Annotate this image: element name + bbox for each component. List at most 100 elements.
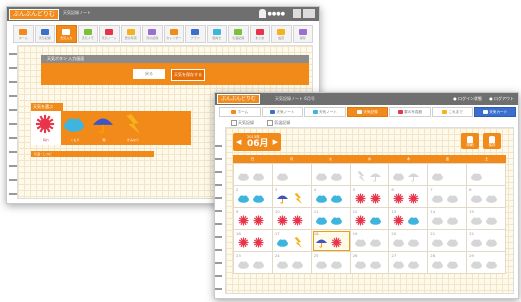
calendar-day-cell[interactable] — [350, 164, 390, 186]
calendar-day-cell[interactable]: 24 — [272, 252, 312, 274]
cloud-icon — [470, 237, 483, 248]
calendar-day-cell[interactable]: 28 — [428, 252, 468, 274]
calendar-day-cell[interactable]: 15 — [467, 208, 506, 230]
calendar-day-cell[interactable]: 10 — [272, 208, 312, 230]
calendar-day-cell[interactable]: 6 — [389, 186, 429, 208]
nav-glyph-icon — [19, 28, 28, 35]
nav-item-9[interactable]: 風向き — [206, 25, 227, 43]
calendar-day-cell[interactable]: 14 — [428, 208, 468, 230]
calendar-day-cell[interactable]: 18 — [311, 230, 351, 252]
sun-icon — [354, 193, 367, 204]
calendar-day-cell[interactable] — [389, 164, 429, 186]
nav-item-2[interactable]: 天気入力 — [56, 25, 77, 43]
calendar-day-cell[interactable]: 29 — [467, 252, 506, 274]
calendar-day-cell[interactable]: 16 — [234, 230, 273, 252]
tab-2[interactable]: 天気ノート — [304, 107, 346, 117]
nav-item-label: 保存 — [299, 35, 306, 40]
month-label: 06月 — [247, 139, 269, 149]
calendar-day-cell[interactable]: 11 — [311, 208, 351, 230]
calendar-day-cell[interactable]: 2 — [234, 186, 273, 208]
nav-item-label: 月の記録 — [146, 35, 159, 40]
nav-item-10[interactable]: 気温記録 — [228, 25, 249, 43]
calendar-day-cell[interactable]: 23 — [234, 252, 273, 274]
calendar-day-cell[interactable] — [234, 164, 273, 186]
logout-button[interactable] — [303, 9, 315, 18]
tab-1[interactable]: 天気ノート — [261, 107, 304, 117]
weather-option-label: かみなり — [126, 138, 139, 142]
calendar-day-cell[interactable]: 5 — [350, 186, 390, 208]
calendar-day-cell[interactable]: 12 — [350, 208, 390, 230]
calendar-day-cell[interactable]: 27 — [389, 252, 429, 274]
calendar-day-cell[interactable]: 13 — [389, 208, 429, 230]
weather-option-1[interactable]: くもり — [62, 114, 88, 142]
app-logo[interactable]: ぶんぶんどりむ — [217, 94, 260, 104]
cloud-icon — [330, 215, 343, 226]
calendar-day-cell[interactable]: 8 — [467, 186, 506, 208]
temperature-strip[interactable]: 気温・しつど — [31, 151, 154, 157]
calendar-day-cell[interactable]: 9 — [234, 208, 273, 230]
tab-5[interactable]: これまで — [431, 107, 474, 117]
tab-glyph-icon — [442, 110, 448, 114]
logout-link[interactable]: ● ログアウト — [489, 96, 514, 102]
tab-0[interactable]: ホーム — [219, 107, 261, 117]
tab-4[interactable]: 雲の写真館 — [389, 107, 431, 117]
calendar-day-cell[interactable]: 4 — [311, 186, 351, 208]
nav-item-4[interactable]: 天気ノート — [99, 25, 120, 43]
calendar-day-cell[interactable] — [311, 164, 351, 186]
calendar-day-cell[interactable] — [272, 164, 312, 186]
nav-item-1[interactable]: 天気記録 — [34, 25, 55, 43]
sun-icon — [330, 237, 343, 248]
nav-item-8[interactable]: グラフ — [185, 25, 206, 43]
print-button[interactable]: 印刷 — [461, 133, 479, 149]
calendar-day-cell[interactable]: 17 — [272, 230, 312, 252]
nav-item-12[interactable]: 設定 — [271, 25, 292, 43]
day-number: 26 — [352, 253, 358, 258]
prev-month-icon[interactable]: ◀ — [236, 138, 241, 146]
nav-item-11[interactable]: まとめ — [249, 25, 270, 43]
tab-glyph-icon — [231, 110, 237, 114]
login-status[interactable]: ● ログイン状態 — [453, 96, 482, 102]
calendar-day-cell[interactable]: 25 — [311, 252, 351, 274]
app-logo[interactable]: ぶんぶんどりむ — [9, 9, 59, 20]
display-options: 天気記録 気温記録 — [231, 120, 302, 126]
nav-item-7[interactable]: カレンダー — [163, 25, 184, 43]
cloud-icon — [431, 193, 444, 204]
nav-item-3[interactable]: 天気メモ — [77, 25, 98, 43]
save-weather-button[interactable]: 天気を保存する — [171, 69, 205, 81]
calendar-day-cell[interactable]: 22 — [467, 230, 506, 252]
day-number: 16 — [236, 231, 241, 236]
calendar-day-cell[interactable]: 19 — [350, 230, 390, 252]
day-number: 11 — [313, 209, 319, 214]
sun-icon — [392, 193, 405, 204]
checkbox-temperature[interactable]: 気温記録 — [267, 120, 296, 126]
calendar-day-cell[interactable] — [428, 164, 468, 186]
next-month-icon[interactable]: ▶ — [273, 138, 278, 146]
cloud-icon — [276, 259, 289, 270]
cloud-icon — [485, 193, 498, 204]
nav-glyph-icon — [191, 28, 200, 35]
calendar-day-cell[interactable]: 26 — [350, 252, 390, 274]
cancel-button[interactable]: 戻る — [133, 69, 165, 79]
nav-item-5[interactable]: 雲の写真 — [120, 25, 141, 43]
sun-icon — [354, 215, 367, 226]
weather-option-2[interactable]: 雨 — [91, 114, 117, 142]
calendar-day-cell[interactable] — [467, 164, 506, 186]
tab-3[interactable]: 天気記録 — [346, 107, 389, 117]
save-button[interactable]: 保存 — [483, 133, 501, 149]
nav-item-0[interactable]: ホーム — [13, 25, 34, 43]
help-button[interactable] — [293, 9, 301, 18]
tab-6[interactable]: 天気カード — [474, 107, 517, 117]
checkbox-weather[interactable]: 天気記録 — [231, 120, 260, 126]
calendar-day-cell[interactable]: 7 — [428, 186, 468, 208]
nav-item-13[interactable]: 保存 — [292, 25, 313, 43]
cloud-icon — [431, 171, 444, 182]
calendar-day-cell[interactable]: 21 — [428, 230, 468, 252]
title-bar: ぶんぶんどりむ 天気記録ノート ●●●● — [7, 7, 319, 21]
nav-item-6[interactable]: 月の記録 — [142, 25, 163, 43]
user-info[interactable]: ●●●● — [258, 9, 285, 19]
cloud-icon — [252, 171, 265, 182]
calendar-day-cell[interactable]: 20 — [389, 230, 429, 252]
weather-option-0[interactable]: 晴れ — [33, 114, 59, 142]
weather-option-3[interactable]: かみなり — [120, 114, 146, 142]
calendar-day-cell[interactable]: 3 — [272, 186, 312, 208]
